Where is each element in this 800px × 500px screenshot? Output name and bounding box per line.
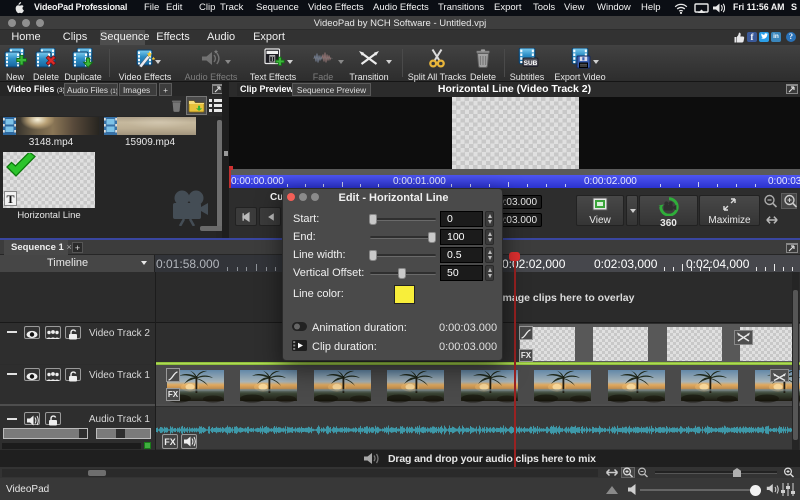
svg-text:T: T [270, 56, 274, 63]
svg-text:SUB: SUB [524, 60, 538, 67]
